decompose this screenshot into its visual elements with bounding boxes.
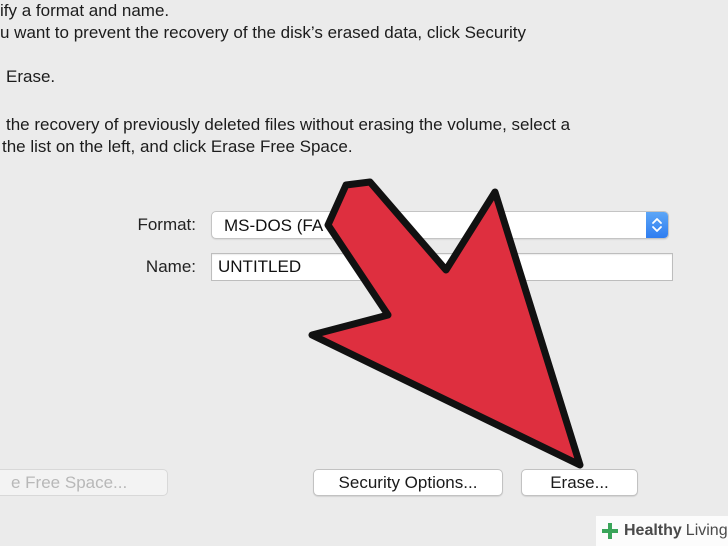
watermark: Healthy Living [596,516,728,546]
instruction-line-1: ify a format and name. [0,1,170,20]
watermark-brand-2: Living [685,522,728,539]
healthy-living-logo-icon [602,523,618,539]
format-label: Format: [137,215,196,234]
name-label: Name: [145,257,196,276]
format-select-value: MS-DOS (FA [224,216,324,235]
erase-free-space-button[interactable]: e Free Space... [0,469,168,496]
instruction-line-3: Erase. [6,67,56,86]
security-options-button[interactable]: Security Options... [313,469,503,496]
instruction-line-4: the recovery of previously deleted files… [6,115,571,134]
watermark-brand: Healthy [624,522,682,539]
instruction-line-2: u want to prevent the recovery of the di… [0,23,527,42]
instruction-line-5: the list on the left, and click Erase Fr… [2,137,353,156]
select-stepper-icon [646,212,668,238]
format-select[interactable]: MS-DOS (FA [211,211,669,239]
erase-button[interactable]: Erase... [521,469,638,496]
name-input[interactable] [211,253,673,281]
